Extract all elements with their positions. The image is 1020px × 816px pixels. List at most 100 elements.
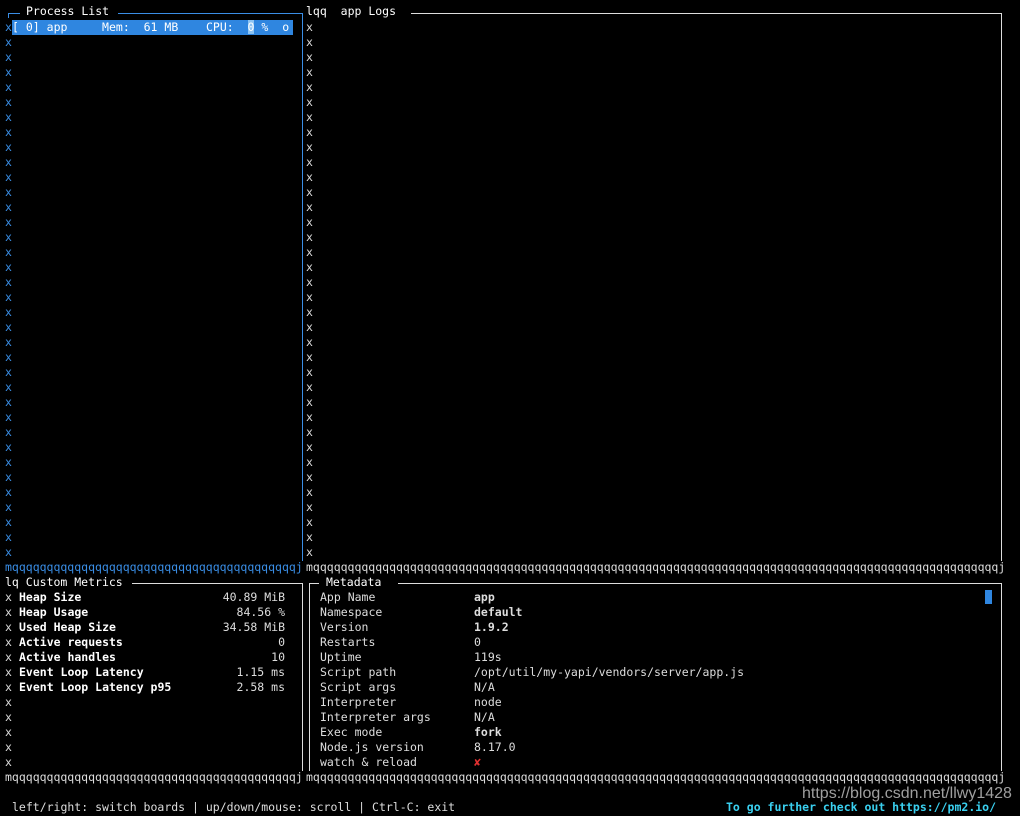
metric-label: Active requests	[19, 635, 123, 649]
border-glyph: x	[306, 170, 313, 184]
border-glyphs: mqqqqqqqqqqqqqqqqqqqqqqqqqqqqqqqqqqqqqqq…	[306, 770, 1006, 784]
help-text: left/right: switch boards | up/down/mous…	[12, 800, 456, 814]
border	[1001, 13, 1002, 561]
metadata-value: 0	[474, 635, 481, 649]
metadata-value: 1.9.2	[474, 620, 509, 634]
border-glyph: x	[5, 35, 12, 49]
border-glyph: x	[5, 125, 12, 139]
metric-value: 2.58 ms	[236, 680, 285, 694]
metric-label: Event Loop Latency	[19, 665, 144, 679]
logs-title: lqq app Logs	[306, 4, 396, 19]
metadata-label: App Name	[320, 590, 376, 604]
border-glyph: x	[306, 155, 313, 169]
border-glyph: x	[5, 620, 12, 634]
metadata-label: Script args	[320, 680, 397, 694]
border-glyph: x	[5, 200, 12, 214]
process-list-title: Process List	[26, 4, 110, 18]
border	[118, 13, 302, 14]
border-glyph: x	[306, 275, 313, 289]
border	[309, 583, 310, 771]
border-glyph: x	[306, 515, 313, 529]
metadata-value: 119s	[474, 650, 502, 664]
metadata-value: 8.17.0	[474, 740, 516, 754]
metadata-label: Uptime	[320, 650, 362, 664]
status-indicator: o	[282, 20, 290, 34]
metadata-value: N/A	[474, 710, 495, 724]
border-glyph: x	[306, 455, 313, 469]
border-glyph: x	[306, 380, 313, 394]
scrollbar-thumb[interactable]	[985, 590, 992, 604]
metadata-label: Node.js version	[320, 740, 424, 754]
border-glyph: x	[5, 155, 12, 169]
border-glyph: x	[5, 425, 12, 439]
border-glyph: x	[306, 110, 313, 124]
border-glyph: x	[306, 290, 313, 304]
border	[411, 13, 1002, 14]
border-glyph: x	[5, 710, 12, 724]
metadata-title: Metadata	[326, 575, 382, 589]
border-glyph: x	[306, 80, 313, 94]
border-glyph: x	[306, 335, 313, 349]
border-glyph: x	[5, 380, 12, 394]
metric-value: 1.15 ms	[236, 665, 285, 679]
border-glyph: x	[306, 95, 313, 109]
border-glyph: x	[306, 500, 313, 514]
metric-label: Heap Usage	[19, 605, 89, 619]
border-glyph: x	[306, 185, 313, 199]
cpu-unit: %	[261, 20, 269, 34]
border-glyph: x	[5, 140, 12, 154]
border-glyph: x	[306, 320, 313, 334]
border	[302, 13, 303, 561]
border-glyph: x	[5, 290, 12, 304]
border-glyph: x	[5, 515, 12, 529]
border-glyph: x	[306, 200, 313, 214]
border-glyph: x	[5, 650, 12, 664]
border-glyph: x	[5, 320, 12, 334]
metadata-value: fork	[474, 725, 502, 739]
metric-value: 34.58 MiB	[222, 620, 285, 634]
border-glyph: x	[5, 230, 12, 244]
border-glyph: x	[5, 305, 12, 319]
metadata-value: /opt/util/my-yapi/vendors/server/app.js	[474, 665, 745, 679]
border	[132, 583, 302, 584]
border-glyph: x	[5, 455, 12, 469]
border-glyph: x	[5, 335, 12, 349]
process-row[interactable]: [ 0] app Mem: 61 MB CPU: 0 % o	[12, 20, 289, 35]
cpu-label: CPU:	[205, 20, 234, 34]
border-glyph: x	[5, 65, 12, 79]
border-glyph: x	[306, 470, 313, 484]
border-glyph: x	[306, 230, 313, 244]
border-glyph: x	[306, 395, 313, 409]
metadata-label: watch & reload	[320, 755, 417, 769]
border	[302, 583, 303, 771]
border-glyphs: lqq	[306, 4, 327, 18]
metadata-label: Restarts	[320, 635, 376, 649]
border-glyph: x	[5, 605, 12, 619]
border-glyph: x	[5, 755, 12, 769]
metric-value: 40.89 MiB	[222, 590, 285, 604]
border-glyphs: mqqqqqqqqqqqqqqqqqqqqqqqqqqqqqqqqqqqqqqq…	[5, 770, 303, 784]
custom-metrics-title-text: Custom Metrics	[25, 575, 123, 589]
process-name: app	[46, 20, 68, 34]
border-glyph: x	[5, 410, 12, 424]
metric-label: Event Loop Latency p95	[19, 680, 172, 694]
border-glyph: x	[5, 215, 12, 229]
process-id: [ 0]	[12, 20, 40, 34]
border-glyph: x	[306, 260, 313, 274]
metric-value: 10	[271, 650, 285, 664]
border-glyphs: lq	[5, 575, 19, 589]
metadata-label: Exec mode	[320, 725, 383, 739]
border	[1001, 583, 1002, 771]
border-glyph: x	[5, 680, 12, 694]
border-glyph: x	[5, 275, 12, 289]
metric-label: Heap Size	[19, 590, 82, 604]
border-glyph: x	[5, 80, 12, 94]
border-glyph: x	[5, 260, 12, 274]
border-glyph: x	[306, 365, 313, 379]
metadata-label: Interpreter args	[320, 710, 431, 724]
border-glyph: x	[306, 410, 313, 424]
metadata-value: node	[474, 695, 502, 709]
border-glyph: x	[5, 740, 12, 754]
mem-unit: MB	[164, 20, 179, 34]
border-glyph: x	[5, 440, 12, 454]
